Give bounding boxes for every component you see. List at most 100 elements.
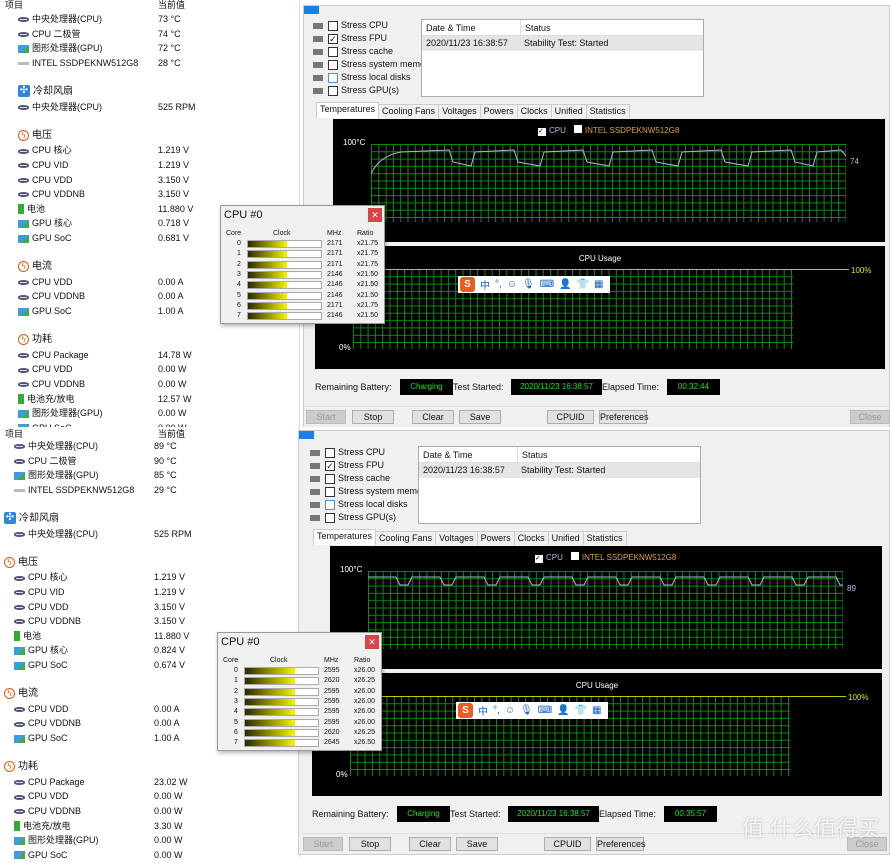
sensor-row[interactable]: 图形处理器(GPU) 0.00 W — [14, 833, 294, 847]
ime-toolbar[interactable]: S 中 °, ☺ 🎙 ⌨ 👤 👕 ▦ — [458, 276, 610, 293]
sensor-row[interactable]: CPU Package 23.02 W — [14, 775, 294, 789]
tab-powers[interactable]: Powers — [476, 531, 515, 545]
cpuid-button[interactable]: CPUID — [544, 837, 591, 851]
sensor-row[interactable]: CPU Package 14.78 W — [18, 348, 298, 362]
ime-toolbar[interactable]: S 中 °, ☺ 🎙 ⌨ 👤 👕 ▦ — [456, 702, 608, 719]
sensor-row[interactable]: 中央处理器(CPU) 525 RPM — [14, 527, 294, 541]
sensor-row[interactable]: 图形处理器(GPU) 85 °C — [14, 468, 294, 482]
sensor-row[interactable]: CPU VDD 3.150 V — [18, 173, 298, 187]
sensor-row[interactable]: 中央处理器(CPU) 73 °C — [18, 12, 298, 26]
sidebar-scroll[interactable] — [299, 431, 314, 439]
sensor-row[interactable]: 图形处理器(GPU) 0.00 W — [18, 406, 298, 420]
ssd-legend-checkbox[interactable] — [570, 552, 579, 560]
checkbox[interactable] — [328, 72, 338, 83]
checkbox[interactable]: ✓ — [328, 33, 338, 44]
stress-option[interactable]: Stress CPU — [310, 446, 385, 458]
clear-button[interactable]: Clear — [412, 410, 454, 424]
sensor-section[interactable]: ϟ 功耗 — [4, 760, 284, 774]
checkbox[interactable] — [325, 512, 335, 523]
stress-option[interactable]: Stress CPU — [313, 19, 388, 31]
clear-button[interactable]: Clear — [409, 837, 451, 851]
ssd-legend-checkbox[interactable] — [573, 125, 582, 133]
save-button[interactable]: Save — [456, 837, 498, 851]
checkbox[interactable] — [328, 46, 338, 57]
toolbox-icon[interactable]: ▦ — [592, 705, 601, 716]
cpu-legend-checkbox[interactable]: ✓ — [538, 128, 546, 136]
tab-cooling-fans[interactable]: Cooling Fans — [378, 104, 440, 118]
tab-powers[interactable]: Powers — [479, 104, 518, 118]
sensor-section[interactable]: ✣ 冷却风扇 — [18, 85, 298, 99]
sensor-row[interactable]: 中央处理器(CPU) 525 RPM — [18, 100, 298, 114]
microphone-icon[interactable]: 🎙 — [522, 279, 535, 290]
sensor-row[interactable]: 电池充/放电 3.30 W — [14, 819, 294, 833]
emoji-icon[interactable]: ☺ — [505, 705, 515, 716]
sensor-row[interactable]: CPU VDDNB 0.00 W — [18, 377, 298, 391]
sensor-row[interactable]: CPU VID 1.219 V — [14, 585, 294, 599]
ime-mode-toggle[interactable]: 中 — [478, 703, 488, 718]
sensor-row[interactable]: CPU 核心 1.219 V — [14, 570, 294, 584]
checkbox[interactable] — [328, 59, 338, 70]
preferences-button[interactable]: Preferences — [599, 410, 649, 424]
tab-cooling-fans[interactable]: Cooling Fans — [375, 531, 437, 545]
tab-clocks[interactable]: Clocks — [513, 531, 549, 545]
column-header-item[interactable]: 项目 — [5, 429, 23, 439]
checkbox[interactable]: ✓ — [325, 460, 335, 471]
tab-unified[interactable]: Unified — [547, 531, 584, 545]
sensor-row[interactable]: CPU VDDNB 0.00 W — [14, 804, 294, 818]
keyboard-icon[interactable]: ⌨ — [538, 705, 552, 716]
ime-mode-toggle[interactable]: 中 — [480, 277, 490, 292]
sensor-section[interactable]: ϟ 电压 — [18, 129, 298, 143]
stress-option[interactable]: ✓ Stress FPU — [310, 459, 384, 471]
sensor-row[interactable]: GPU SoC 0.00 W — [14, 848, 294, 862]
status-log-table[interactable]: Date & Time Status 2020/11/23 16:38:57 Stab… — [418, 446, 701, 524]
popup-close-button[interactable]: ✕ — [365, 635, 379, 649]
checkbox[interactable] — [325, 486, 335, 497]
skin-icon[interactable]: 👕 — [577, 279, 589, 290]
stress-option[interactable]: Stress system memo — [313, 58, 425, 70]
sensor-section[interactable]: ϟ 电压 — [4, 556, 284, 570]
checkbox[interactable] — [328, 85, 338, 96]
start-button[interactable]: Start — [306, 410, 346, 424]
sensor-row[interactable]: CPU 二极管 90 °C — [14, 454, 294, 468]
sensor-row[interactable]: INTEL SSDPEKNW512G8 29 °C — [14, 483, 294, 497]
stop-button[interactable]: Stop — [352, 410, 394, 424]
stress-option[interactable]: Stress cache — [313, 45, 393, 57]
ime-punctuation-toggle[interactable]: °, — [495, 279, 502, 290]
sensor-row[interactable]: CPU VID 1.219 V — [18, 158, 298, 172]
checkbox[interactable] — [325, 499, 335, 510]
checkbox[interactable] — [325, 473, 335, 484]
log-row[interactable]: 2020/11/23 16:38:57 Stability Test: Start… — [422, 36, 703, 51]
sensor-section[interactable]: ϟ 功耗 — [18, 333, 298, 347]
cpu-clock-popup[interactable]: CPU #0 ✕ Core Clock MHz Ratio 0 2171 x21.75 1 2171… — [220, 205, 385, 324]
tab-temperatures[interactable]: Temperatures — [313, 529, 377, 545]
column-header-item[interactable]: 项目 — [5, 0, 23, 10]
stress-option[interactable]: Stress GPU(s) — [313, 84, 399, 96]
stress-option[interactable]: ✓ Stress FPU — [313, 32, 387, 44]
column-header-value[interactable]: 当前值 — [158, 0, 185, 12]
sensor-row[interactable]: CPU VDDNB 3.150 V — [14, 614, 294, 628]
tab-voltages[interactable]: Voltages — [438, 104, 481, 118]
tab-voltages[interactable]: Voltages — [435, 531, 478, 545]
stress-option[interactable]: Stress GPU(s) — [310, 511, 396, 523]
stress-option[interactable]: Stress cache — [310, 472, 390, 484]
cpu-clock-popup[interactable]: CPU #0 ✕ Core Clock MHz Ratio 0 2595 x26.00 1 2620… — [217, 632, 382, 751]
sensor-row[interactable]: 图形处理器(GPU) 72 °C — [18, 41, 298, 55]
tab-unified[interactable]: Unified — [550, 104, 587, 118]
sensor-row[interactable]: 中央处理器(CPU) 89 °C — [14, 439, 294, 453]
sensor-row[interactable]: CPU VDDNB 3.150 V — [18, 187, 298, 201]
save-button[interactable]: Save — [459, 410, 501, 424]
sensor-section[interactable]: ✣ 冷却风扇 — [4, 512, 284, 526]
close-button[interactable]: Close — [850, 410, 890, 424]
sensor-row[interactable]: CPU VDD 0.00 W — [18, 362, 298, 376]
cpuid-button[interactable]: CPUID — [547, 410, 594, 424]
skin-icon[interactable]: 👕 — [575, 705, 587, 716]
sensor-row[interactable]: CPU VDD 3.150 V — [14, 600, 294, 614]
sensor-row[interactable]: CPU VDD 0.00 W — [14, 789, 294, 803]
stop-button[interactable]: Stop — [349, 837, 391, 851]
log-row[interactable]: 2020/11/23 16:38:57 Stability Test: Start… — [419, 463, 700, 478]
emoji-icon[interactable]: ☺ — [507, 279, 517, 290]
popup-close-button[interactable]: ✕ — [368, 208, 382, 222]
tab-statistics[interactable]: Statistics — [585, 104, 630, 118]
checkbox[interactable] — [328, 20, 338, 31]
sensor-row[interactable]: CPU 核心 1.219 V — [18, 143, 298, 157]
